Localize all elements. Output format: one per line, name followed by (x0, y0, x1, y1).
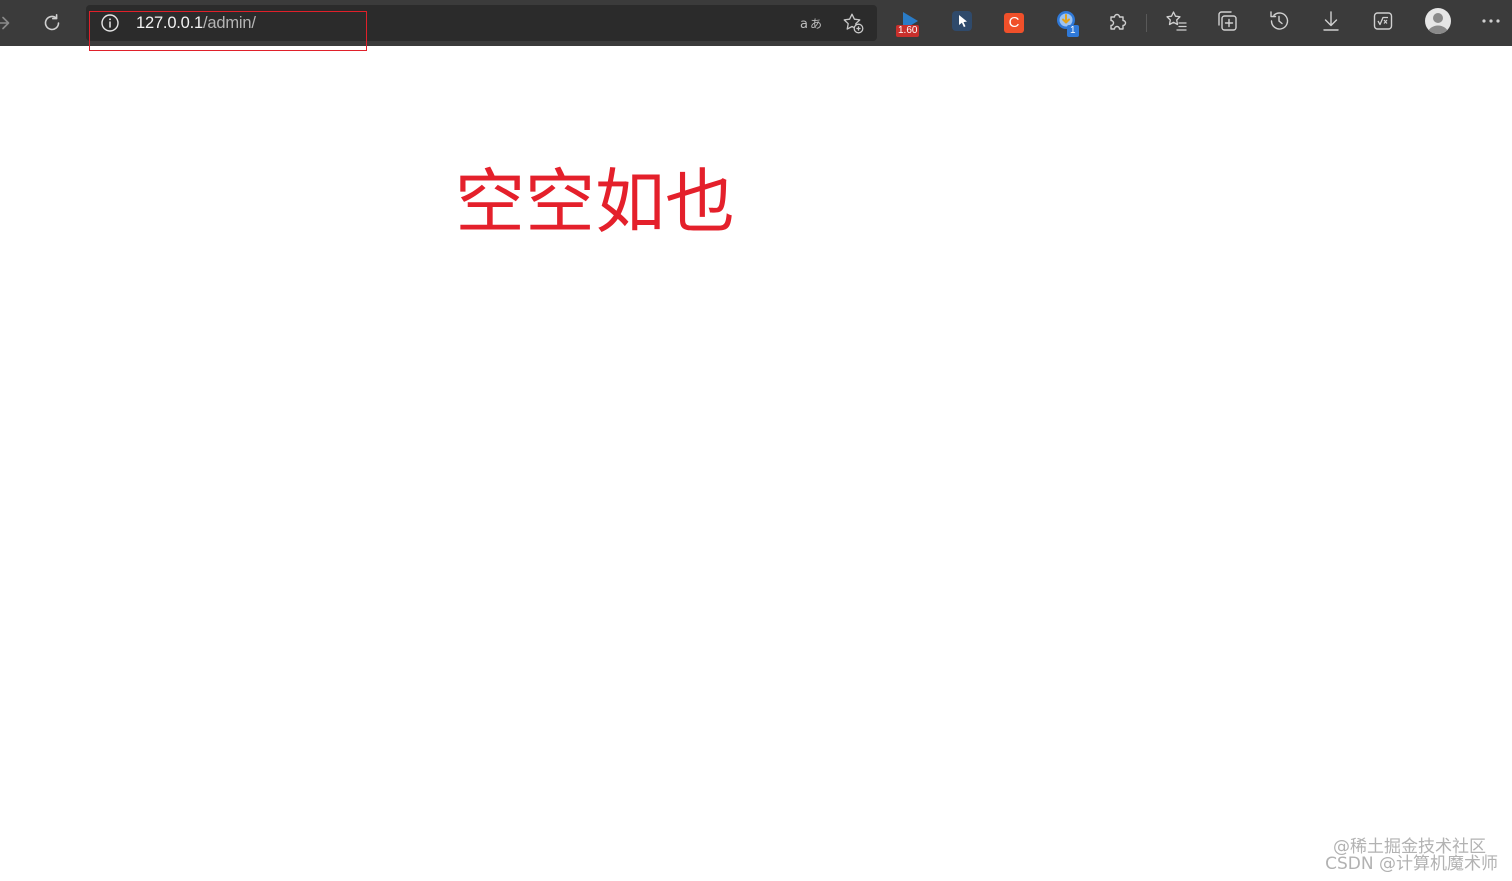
extensions-puzzle-icon (1107, 10, 1129, 36)
add-favorite-icon[interactable] (841, 11, 865, 35)
downloads-button[interactable] (1317, 9, 1345, 37)
c-extension[interactable]: C (1000, 9, 1028, 37)
forward-arrow-icon (0, 13, 12, 33)
downloads-icon (1319, 9, 1343, 37)
collections-button[interactable] (1213, 9, 1241, 37)
download-helper-extension[interactable]: 1 (1052, 9, 1080, 37)
collections-icon (1215, 9, 1239, 37)
read-aloud-icon[interactable]: a あ (799, 11, 823, 35)
video-speed-extension[interactable]: 1.60 (895, 10, 923, 38)
refresh-button[interactable] (36, 7, 68, 39)
svg-text:あ: あ (810, 17, 822, 31)
more-menu-button[interactable] (1477, 9, 1505, 37)
cursor-extension-icon (951, 10, 973, 36)
favorites-icon (1164, 9, 1188, 37)
svg-text:a: a (800, 17, 808, 32)
favorites-button[interactable] (1162, 9, 1190, 37)
math-solver-icon (1371, 9, 1395, 37)
notification-badge: 1 (1067, 25, 1079, 37)
toolbar-divider (1146, 14, 1147, 32)
refresh-icon (41, 12, 63, 34)
forward-button[interactable] (0, 7, 18, 39)
cursor-extension[interactable] (948, 9, 976, 37)
history-icon (1267, 9, 1291, 37)
profile-avatar-icon (1424, 7, 1452, 39)
extensions-button[interactable] (1104, 9, 1132, 37)
profile-button[interactable] (1423, 8, 1453, 38)
math-solver-button[interactable] (1369, 9, 1397, 37)
c-extension-letter: C (1008, 14, 1020, 31)
more-menu-icon (1479, 9, 1503, 37)
c-extension-icon: C (1004, 13, 1024, 33)
url-highlight-annotation (89, 11, 367, 51)
video-speed-badge: 1.60 (896, 25, 920, 37)
empty-page-heading: 空空如也 (455, 161, 735, 243)
history-button[interactable] (1265, 9, 1293, 37)
watermark-csdn: CSDN @计算机魔术师 (1325, 854, 1498, 874)
